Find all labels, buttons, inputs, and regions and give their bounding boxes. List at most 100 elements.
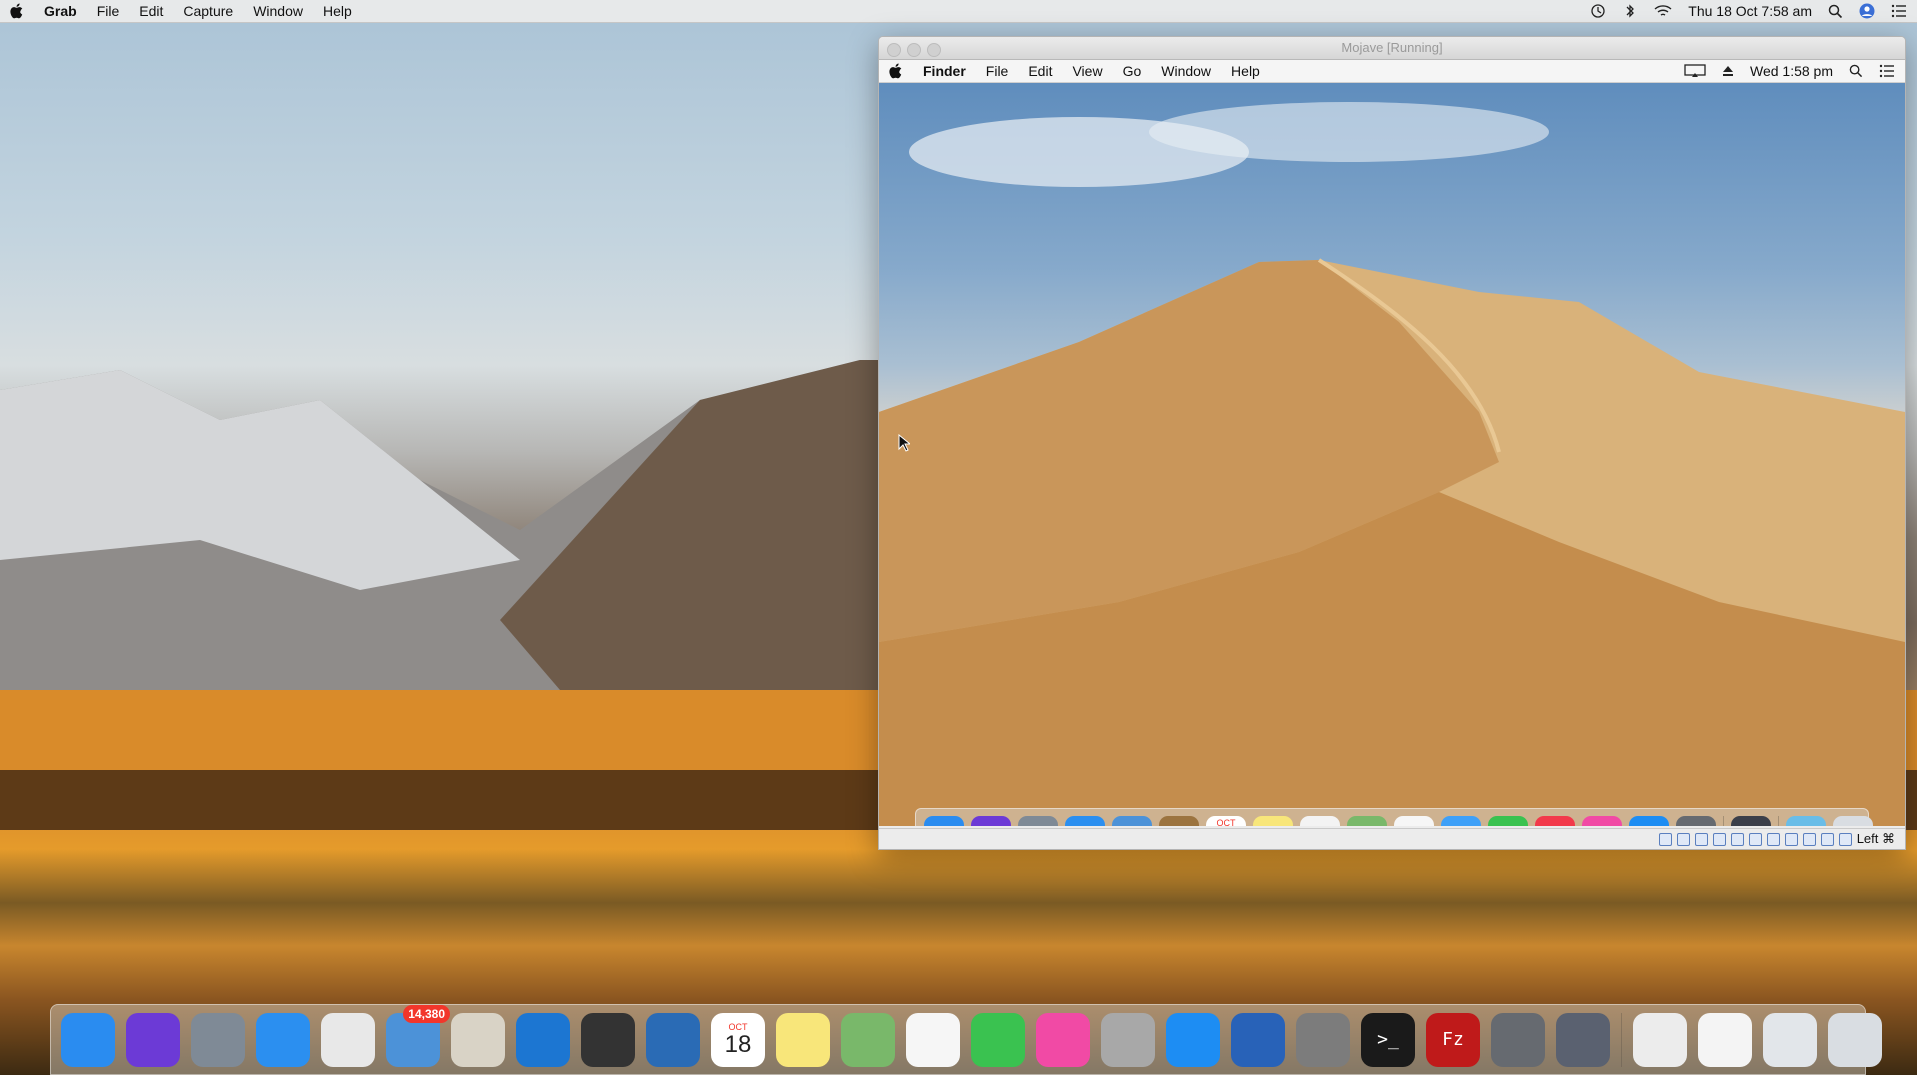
dock-notes-icon[interactable] [776, 1012, 830, 1067]
guest-dock-folder-icon[interactable] [1786, 816, 1826, 826]
guest-dock-siri-icon[interactable] [971, 816, 1011, 826]
guest-dock-downloads-stack-icon[interactable] [1731, 816, 1771, 826]
guest-apple-menu-icon[interactable] [879, 63, 913, 79]
guest-notification-center-icon[interactable] [1879, 64, 1895, 78]
menu-file[interactable]: File [87, 0, 130, 22]
guest-menu-go[interactable]: Go [1113, 60, 1152, 82]
dock-preview-icon[interactable] [1556, 1012, 1610, 1067]
guest-dock-contacts-icon[interactable] [1159, 816, 1199, 826]
user-avatar-icon[interactable] [1859, 3, 1875, 19]
dock-screenshot-icon[interactable] [1763, 1012, 1817, 1067]
dock-virtualbox-icon[interactable] [646, 1012, 700, 1067]
menu-window[interactable]: Window [243, 0, 313, 22]
cpu-status-icon[interactable] [1802, 832, 1816, 846]
notification-center-icon[interactable] [1891, 4, 1907, 18]
video-capture-status-icon[interactable] [1784, 832, 1798, 846]
dock-safari-icon[interactable] [256, 1012, 310, 1067]
menu-edit[interactable]: Edit [129, 0, 173, 22]
mojave-dunes-wallpaper [879, 102, 1905, 826]
dock-itunes-icon[interactable] [1036, 1012, 1090, 1067]
dock-windows-icon[interactable] [581, 1012, 635, 1067]
dock-separator [1778, 816, 1779, 826]
guest-menu-help[interactable]: Help [1221, 60, 1270, 82]
dock-video-converter-icon[interactable] [1231, 1012, 1285, 1067]
dock-dvd-player-icon[interactable] [1101, 1012, 1155, 1067]
usb-status-icon[interactable] [1730, 832, 1744, 846]
optical-drive-status-icon[interactable] [1676, 832, 1690, 846]
guest-dock-maps-icon[interactable] [1347, 816, 1387, 826]
wifi-icon[interactable] [1654, 4, 1672, 18]
vm-window-titlebar[interactable]: Mojave [Running] [879, 37, 1905, 60]
guest-dock: OCT17 [915, 808, 1873, 826]
guest-dock-mail-icon[interactable] [1112, 816, 1152, 826]
calendar-month: OCT [1216, 818, 1236, 826]
guest-menu-app-finder[interactable]: Finder [913, 60, 976, 82]
bluetooth-icon[interactable] [1622, 3, 1638, 19]
guest-dock-launchpad-icon[interactable] [1018, 816, 1058, 826]
menu-clock[interactable]: Thu 18 Oct 7:58 am [1688, 3, 1812, 19]
eject-icon[interactable] [1722, 65, 1734, 77]
keyboard-status-icon[interactable] [1838, 832, 1852, 846]
dock-photos-icon[interactable] [906, 1012, 960, 1067]
guest-dock-news-icon[interactable] [1535, 816, 1575, 826]
spotlight-search-icon[interactable] [1828, 4, 1843, 19]
guest-menu-edit[interactable]: Edit [1018, 60, 1062, 82]
dock-app-store-icon[interactable] [1166, 1012, 1220, 1067]
dock-finder-icon[interactable] [61, 1012, 115, 1067]
guest-menu-window[interactable]: Window [1151, 60, 1221, 82]
guest-dock-trash-icon[interactable] [1833, 816, 1873, 826]
guest-menu-clock[interactable]: Wed 1:58 pm [1750, 63, 1833, 79]
hard-disk-status-icon[interactable] [1658, 832, 1672, 846]
mouse-integration-status-icon[interactable] [1820, 832, 1834, 846]
dock-flight-icon[interactable] [516, 1012, 570, 1067]
dock-utility-icon[interactable] [1296, 1012, 1350, 1067]
dock-calendar-icon[interactable]: OCT 18 [711, 1012, 765, 1067]
guest-dock-photos-icon[interactable] [1394, 816, 1434, 826]
virtualbox-vm-window[interactable]: Mojave [Running] Finder File Edit View G… [878, 36, 1906, 850]
audio-status-icon[interactable] [1694, 832, 1708, 846]
guest-menu-view[interactable]: View [1062, 60, 1112, 82]
menu-help[interactable]: Help [313, 0, 362, 22]
calendar-day: 18 [724, 1030, 752, 1058]
close-button[interactable] [887, 43, 901, 57]
menu-app-grab[interactable]: Grab [34, 0, 87, 22]
dock-separator [1723, 816, 1724, 826]
guest-dock-app-store-icon[interactable] [1629, 816, 1669, 826]
network-status-icon[interactable] [1712, 832, 1726, 846]
dock-document-icon[interactable] [1633, 1012, 1687, 1067]
airplay-display-icon[interactable] [1684, 64, 1706, 78]
dock-terminal-icon[interactable]: >_ [1361, 1012, 1415, 1067]
guest-dock-safari-icon[interactable] [1065, 816, 1105, 826]
guest-dock-reminders-icon[interactable] [1300, 816, 1340, 826]
guest-dock-itunes-icon[interactable] [1582, 816, 1622, 826]
dock-document-2-icon[interactable] [1698, 1012, 1752, 1067]
dock-trash-icon[interactable] [1828, 1012, 1882, 1067]
dock-scissors-icon[interactable] [451, 1012, 505, 1067]
guest-dock-messages-icon[interactable] [1441, 816, 1481, 826]
dock-facetime-icon[interactable] [971, 1012, 1025, 1067]
guest-dock-notes-icon[interactable] [1253, 816, 1293, 826]
guest-spotlight-icon[interactable] [1849, 64, 1863, 78]
dock-launchpad-icon[interactable] [191, 1012, 245, 1067]
apple-menu-icon[interactable] [0, 3, 34, 19]
minimize-button[interactable] [907, 43, 921, 57]
time-machine-icon[interactable] [1590, 3, 1606, 19]
display-status-icon[interactable] [1766, 832, 1780, 846]
dock-siri-icon[interactable] [126, 1012, 180, 1067]
dock-maps-icon[interactable] [841, 1012, 895, 1067]
guest-dock-finder-icon[interactable] [924, 816, 964, 826]
vm-guest-screen[interactable]: Finder File Edit View Go Window Help Wed… [879, 60, 1905, 826]
zoom-button[interactable] [927, 43, 941, 57]
guest-dock-calendar-icon[interactable]: OCT17 [1206, 816, 1246, 826]
dock-chrome-icon[interactable] [321, 1012, 375, 1067]
guest-dock-system-preferences-icon[interactable] [1676, 816, 1716, 826]
dock-system-preferences-icon[interactable] [1491, 1012, 1545, 1067]
dock-filezilla-icon[interactable]: Fz [1426, 1012, 1480, 1067]
guest-dock-facetime-icon[interactable] [1488, 816, 1528, 826]
menu-capture[interactable]: Capture [173, 0, 243, 22]
vm-window-title: Mojave [Running] [1341, 40, 1443, 55]
guest-menu-file[interactable]: File [976, 60, 1019, 82]
shared-folders-status-icon[interactable] [1748, 832, 1762, 846]
host-menu-bar: Grab File Edit Capture Window Help Thu 1… [0, 0, 1917, 23]
dock-mail-icon[interactable]: 14,380 [386, 1004, 450, 1067]
